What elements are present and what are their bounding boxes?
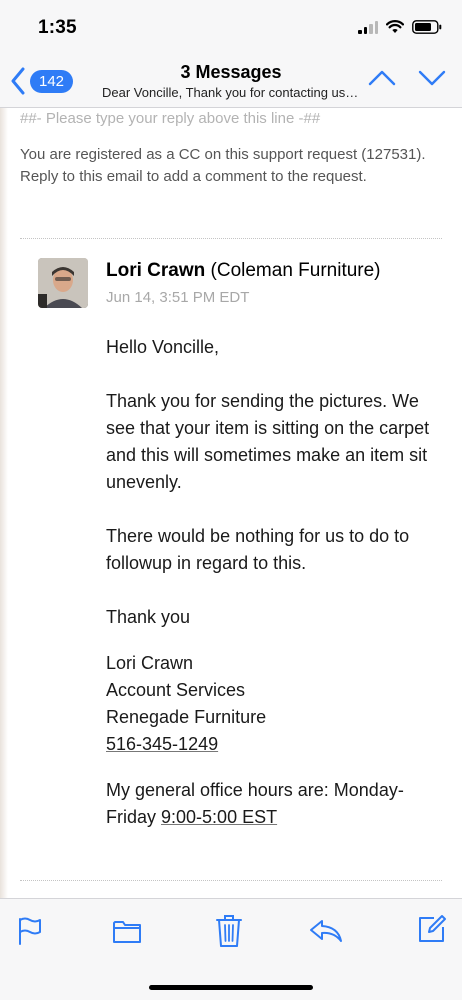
chevron-down-icon — [418, 70, 446, 86]
compose-icon — [419, 915, 446, 942]
battery-icon — [412, 20, 442, 34]
chevron-up-icon — [368, 70, 396, 86]
status-time: 1:35 — [38, 17, 77, 38]
reply-above-line: ##- Please type your reply above this li… — [20, 110, 321, 127]
compose-button[interactable] — [417, 914, 447, 949]
previous-message-button[interactable] — [368, 69, 396, 92]
move-to-folder-button[interactable] — [112, 919, 142, 950]
thread-title: 3 Messages — [180, 62, 282, 82]
closing: Thank you — [106, 607, 191, 627]
status-bar: 1:35 — [0, 0, 462, 56]
signature-company: Renegade Furniture — [106, 707, 267, 727]
greeting: Hello Voncille, — [106, 337, 220, 357]
cellular-signal-icon — [358, 20, 378, 34]
thread-subject: Dear Voncille, Thank you for contacting … — [102, 85, 360, 100]
next-message-button[interactable] — [418, 69, 446, 92]
back-button[interactable]: 142 — [10, 67, 74, 95]
unread-count-badge: 142 — [30, 69, 74, 93]
divider — [20, 238, 442, 239]
status-icons — [358, 20, 442, 34]
sender-company: (Coleman Furniture) — [210, 260, 381, 281]
sent-date: Jun 14, 3:51 PM EDT — [106, 289, 250, 306]
office-hours-time[interactable]: 9:00-5:00 EST — [161, 807, 277, 827]
sender-name: Lori Crawn (Coleman Furniture) — [106, 260, 381, 282]
phone-number[interactable]: 516-345-1249 — [106, 734, 218, 754]
chevron-left-icon — [11, 67, 25, 95]
delete-button[interactable] — [215, 914, 243, 953]
signature-title: Account Services — [106, 680, 246, 700]
office-hours: My general office hours are: Monday-Frid… — [106, 777, 451, 831]
navigation-bar: 142 3 Messages Dear Voncille, Thank you … — [0, 56, 462, 108]
message-content[interactable]: ##- Please type your reply above this li… — [0, 108, 462, 898]
flag-icon — [19, 917, 41, 945]
avatar — [38, 258, 88, 308]
reply-icon — [310, 920, 342, 942]
trash-icon — [216, 915, 242, 947]
signature-name: Lori Crawn — [106, 653, 194, 673]
phone-link[interactable]: 516-345-1249 — [106, 731, 218, 758]
wifi-icon — [386, 20, 404, 33]
divider — [20, 880, 442, 881]
home-indicator[interactable] — [149, 985, 313, 990]
sender-name-text: Lori Crawn — [106, 260, 206, 281]
flag-button[interactable] — [17, 916, 43, 951]
cc-notice: You are registered as a CC on this suppo… — [20, 146, 426, 185]
message-navigation — [368, 69, 446, 92]
person-photo-icon — [38, 258, 88, 308]
body-paragraph-1: Thank you for sending the pictures. We s… — [106, 391, 430, 492]
folder-icon — [113, 921, 141, 943]
reply-button[interactable] — [309, 919, 343, 948]
body-paragraph-2: There would be nothing for us to do to f… — [106, 526, 410, 573]
